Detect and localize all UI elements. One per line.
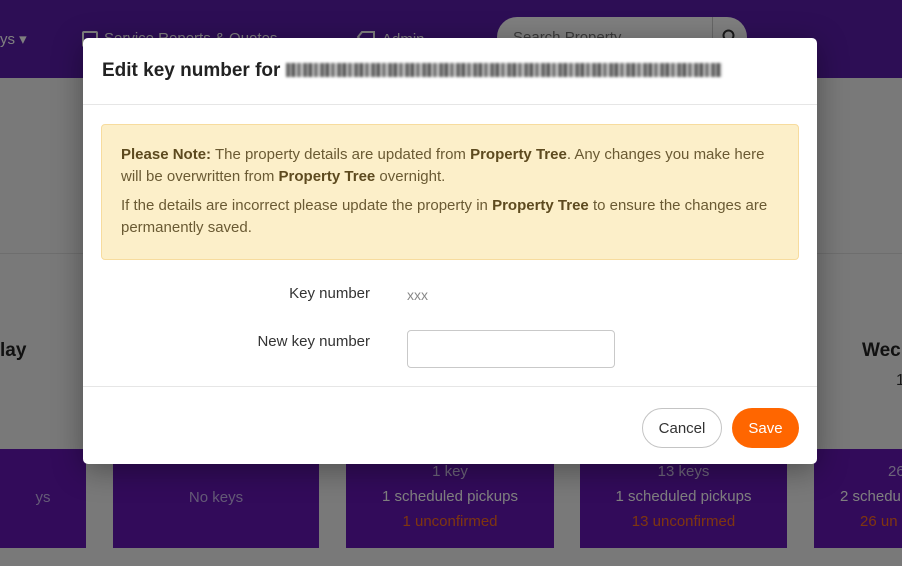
notice-text: overnight. [375,168,446,185]
notice-label: Please Note: [121,146,212,163]
notice-paragraph: If the details are incorrect please upda… [121,195,779,239]
key-number-value: xxx [407,287,428,303]
cancel-button[interactable]: Cancel [642,408,722,448]
new-key-number-label: New key number [257,333,370,350]
brand-name: Property Tree [492,197,589,214]
new-key-number-input[interactable] [407,330,615,368]
redacted-property-name [286,63,723,77]
modal-title-text: Edit key number for [102,60,281,81]
edit-key-modal: Edit key number for Please Note: The pro… [83,38,817,464]
notice-text: The property details are updated from [211,146,471,163]
notice-paragraph: Please Note: The property details are up… [121,144,779,188]
save-button[interactable]: Save [732,408,799,448]
modal-title: Edit key number for [102,60,723,82]
notice-text: If the details are incorrect please upda… [121,197,493,214]
brand-name: Property Tree [470,146,567,163]
brand-name: Property Tree [278,168,376,185]
modal-footer: Cancel Save [83,386,817,464]
notice-box: Please Note: The property details are up… [101,124,799,260]
key-number-label: Key number [289,285,370,302]
modal-header: Edit key number for [83,38,817,105]
